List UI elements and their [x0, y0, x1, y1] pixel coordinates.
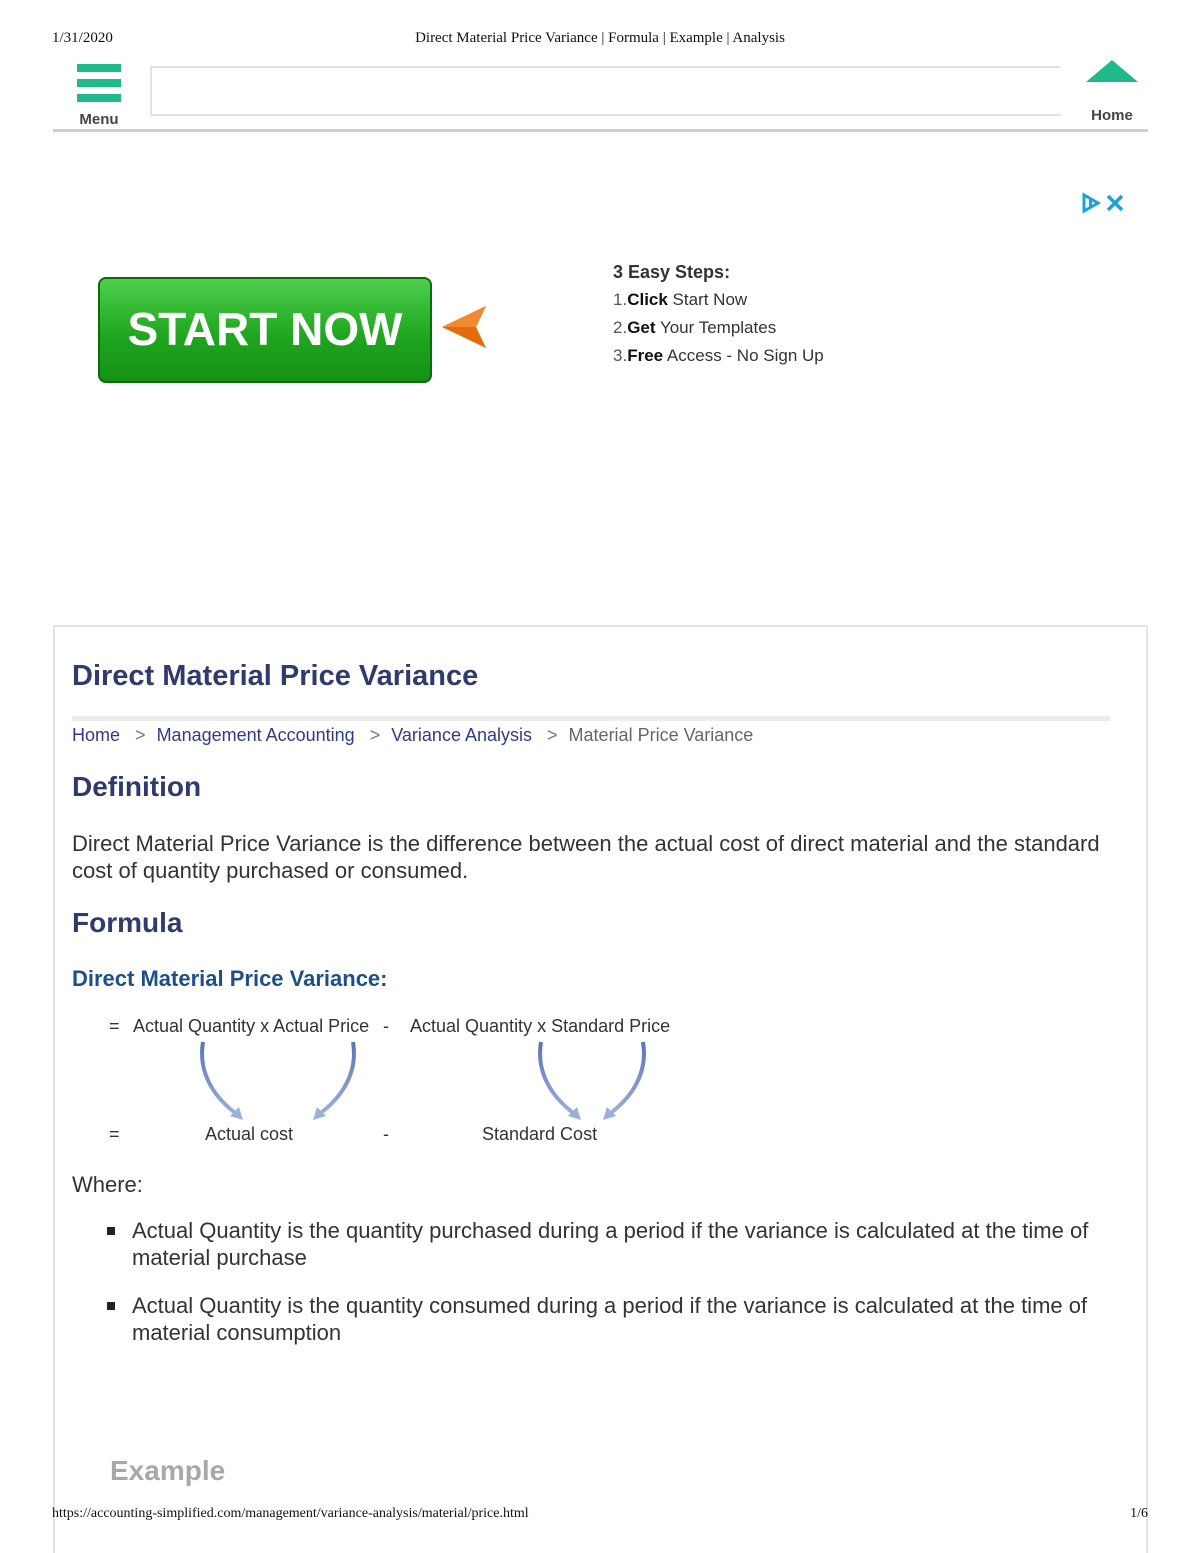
adchoices-icon[interactable] [1080, 192, 1102, 214]
breadcrumb-separator: > [547, 725, 558, 745]
formula-equals: = [109, 1016, 120, 1036]
title-divider [72, 716, 1110, 721]
article-card: Direct Material Price Variance Home > Ma… [53, 625, 1148, 1553]
formula-diagram: = Actual Quantity x Actual Price - Actua… [103, 1012, 723, 1152]
menu-button[interactable]: Menu [75, 64, 123, 128]
formula-heading: Formula [72, 907, 183, 938]
print-url: https://accounting-simplified.com/manage… [52, 1506, 529, 1521]
print-header: 1/31/2020 Direct Material Price Variance… [52, 30, 1148, 48]
close-icon[interactable] [1104, 192, 1126, 214]
bullet-icon [107, 1302, 115, 1310]
top-navigation-bar: Menu Home [53, 60, 1148, 132]
ad-step: 1.Click Start Now [613, 290, 748, 309]
formula-actual-qty-standard-price: Actual Quantity x Standard Price [410, 1016, 671, 1036]
list-item: Actual Quantity is the quantity consumed… [107, 1292, 1117, 1346]
ad-steps: 3 Easy Steps: 1.Click Start Now 2.Get Yo… [613, 258, 824, 370]
advertisement: START NOW 3 Easy Steps: 1.Click Start No… [53, 180, 1148, 600]
print-footer: https://accounting-simplified.com/manage… [52, 1506, 1148, 1524]
breadcrumb-separator: > [135, 725, 146, 745]
ad-steps-title: 3 Easy Steps: [613, 262, 731, 282]
print-page-number: 1/6 [1130, 1506, 1148, 1521]
breadcrumb-separator: > [369, 725, 381, 745]
formula-subheading: Direct Material Price Variance: [72, 966, 388, 991]
list-item: Actual Quantity is the quantity purchase… [107, 1217, 1117, 1271]
arrow-left-icon [442, 306, 486, 348]
definition-text: Direct Material Price Variance is the di… [72, 831, 1100, 883]
ad-step: 3.Free Access - No Sign Up [613, 346, 824, 365]
breadcrumb-current: Material Price Variance [568, 725, 754, 745]
breadcrumb: Home > Management Accounting > Variance … [72, 725, 753, 746]
definitions-list: Actual Quantity is the quantity purchase… [107, 1217, 1117, 1367]
example-heading: Example [110, 1455, 226, 1486]
definition-heading: Definition [72, 771, 202, 802]
bullet-icon [107, 1227, 115, 1235]
home-button[interactable]: Home [1083, 60, 1141, 126]
search-input-edge [1008, 114, 1061, 116]
formula-actual-cost: Actual cost [205, 1124, 294, 1144]
search-input[interactable] [150, 66, 1060, 116]
formula-actual-qty-actual-price: Actual Quantity x Actual Price [133, 1016, 370, 1036]
formula-minus: - [383, 1016, 389, 1036]
ad-controls [1080, 192, 1126, 214]
formula-standard-cost: Standard Cost [482, 1124, 598, 1144]
breadcrumb-variance-analysis[interactable]: Variance Analysis [391, 725, 532, 745]
breadcrumb-management-accounting[interactable]: Management Accounting [157, 725, 355, 745]
page-title: Direct Material Price Variance [72, 660, 479, 692]
formula-minus: - [383, 1124, 389, 1144]
menu-label: Menu [79, 111, 119, 128]
start-now-button[interactable]: START NOW [98, 277, 432, 383]
where-label: Where: [72, 1172, 143, 1197]
ad-step: 2.Get Your Templates [613, 318, 777, 337]
print-title: Direct Material Price Variance | Formula… [415, 30, 785, 46]
formula-equals: = [109, 1124, 120, 1144]
home-roof-icon [1086, 60, 1138, 82]
home-label: Home [1091, 107, 1133, 124]
breadcrumb-home[interactable]: Home [72, 725, 120, 745]
